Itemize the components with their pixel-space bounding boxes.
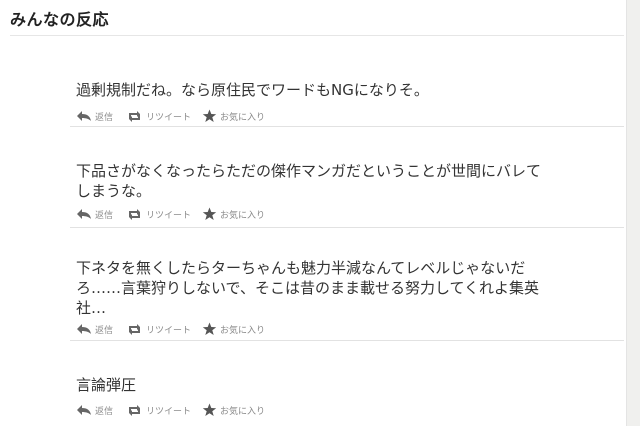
reactions-panel: みんなの反応 過剰規制だね。なら原住民でワードもNGになりそ。 返信 リツイート… <box>0 0 626 426</box>
reply-button[interactable]: 返信 <box>76 321 113 337</box>
reply-label: 返信 <box>95 325 114 336</box>
star-icon <box>202 403 217 416</box>
reply-icon <box>77 111 91 121</box>
tweet-text: 下ネタを無くしたらターちゃんも魅力半減なんてレベルじゃないだろ……言葉狩りしない… <box>76 259 540 317</box>
retweet-label: リツイート <box>146 112 192 123</box>
star-icon <box>202 109 217 122</box>
reply-icon <box>77 405 91 415</box>
retweet-icon <box>129 404 140 416</box>
title-divider <box>10 35 624 36</box>
retweet-icon <box>129 110 140 122</box>
favorite-button[interactable]: お気に入り <box>202 108 265 124</box>
retweet-button[interactable]: リツイート <box>126 108 191 124</box>
retweet-label: リツイート <box>146 325 192 336</box>
reply-label: 返信 <box>95 210 114 221</box>
retweet-label: リツイート <box>146 210 192 221</box>
favorite-label: お気に入り <box>220 406 266 417</box>
retweet-button[interactable]: リツイート <box>126 402 191 418</box>
tweet-divider <box>70 126 624 127</box>
favorite-button[interactable]: お気に入り <box>202 321 265 337</box>
page-title: みんなの反応 <box>10 10 110 29</box>
reply-label: 返信 <box>95 406 114 417</box>
favorite-button[interactable]: お気に入り <box>202 206 265 222</box>
retweet-label: リツイート <box>146 406 192 417</box>
scrollbar[interactable] <box>626 0 640 426</box>
reply-button[interactable]: 返信 <box>76 108 113 124</box>
favorite-label: お気に入り <box>220 210 266 221</box>
retweet-button[interactable]: リツイート <box>126 206 191 222</box>
tweet-divider <box>70 227 624 228</box>
retweet-icon <box>129 323 140 335</box>
tweet-text: 下品さがなくなったらただの傑作マンガだということが世間にバレてしまうな。 <box>76 162 542 200</box>
retweet-icon <box>129 208 140 220</box>
star-icon <box>202 207 217 220</box>
reply-icon <box>77 324 91 334</box>
tweet-text: 過剰規制だね。なら原住民でワードもNGになりそ。 <box>76 81 429 99</box>
reply-button[interactable]: 返信 <box>76 402 113 418</box>
favorite-label: お気に入り <box>220 112 266 123</box>
star-icon <box>202 322 217 335</box>
favorite-button[interactable]: お気に入り <box>202 402 265 418</box>
favorite-label: お気に入り <box>220 325 266 336</box>
tweet-text: 言論弾圧 <box>76 376 137 394</box>
reply-button[interactable]: 返信 <box>76 206 113 222</box>
reply-label: 返信 <box>95 112 114 123</box>
tweet-divider <box>70 340 624 341</box>
reply-icon <box>77 209 91 219</box>
retweet-button[interactable]: リツイート <box>126 321 191 337</box>
